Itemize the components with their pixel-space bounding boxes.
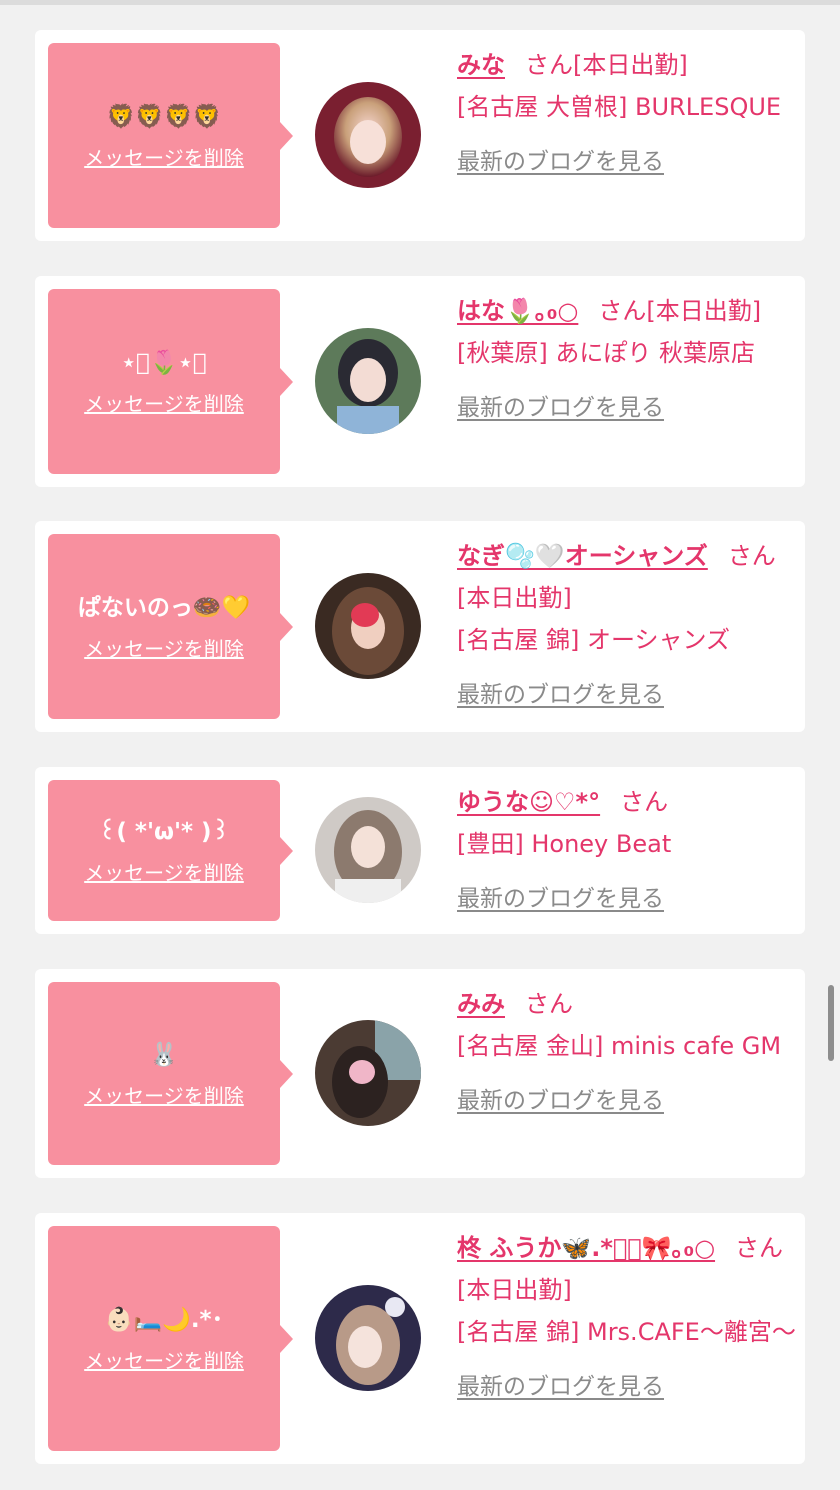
delete-message-link[interactable]: メッセージを削除: [84, 142, 244, 171]
latest-blog-link[interactable]: 最新のブログを見る: [457, 1081, 664, 1115]
card-info: みな さん[本日出勤] [名古屋 大曽根] BURLESQUE 最新のブログを見る: [457, 44, 797, 176]
shop-name: [名古屋 錦] Mrs.CAFE〜離宮〜: [457, 1318, 796, 1346]
latest-blog-link[interactable]: 最新のブログを見る: [457, 142, 664, 176]
delete-message-link[interactable]: メッセージを削除: [84, 633, 244, 662]
name-link[interactable]: みな: [457, 51, 505, 79]
honorific: さん: [727, 542, 776, 570]
honorific: さん: [525, 51, 573, 79]
message-text: ぱないのっ🍩💛: [77, 595, 251, 621]
card-info: ゆうな☺︎♡*° さん [豊田] Honey Beat 最新のブログを見る: [457, 781, 797, 913]
message-bubble: ꒰( *'ω'* )꒱ メッセージを削除: [48, 780, 293, 921]
message-bubble: ぱないのっ🍩💛 メッセージを削除: [48, 534, 293, 719]
card-info: なぎ🫧🤍オーシャンズ さん [本日出勤] [名古屋 錦] オーシャンズ 最新のブログ…: [457, 535, 797, 709]
message-text: ⋆͛🌷⋆͛: [121, 350, 207, 376]
honorific: さん: [598, 297, 647, 325]
message-text: 🐰: [149, 1042, 179, 1068]
card-info: 柊 ふうか🦋.*ﾟ＿🎀｡₀○ さん [本日出勤] [名古屋 錦] Mrs.CAFE〜…: [457, 1227, 797, 1401]
name-link[interactable]: はな🌷｡₀○: [457, 297, 578, 325]
scrollbar[interactable]: [828, 985, 834, 1061]
message-bubble: 👶🏻🛏️🌙.*･ メッセージを削除: [48, 1226, 293, 1451]
name-link[interactable]: なぎ🫧🤍オーシャンズ: [457, 542, 708, 570]
delete-message-link[interactable]: メッセージを削除: [84, 857, 244, 886]
honorific: さん: [620, 788, 669, 816]
message-card: ぱないのっ🍩💛 メッセージを削除 なぎ🫧🤍オーシャンズ さん [本日出勤] [名古屋…: [35, 521, 805, 732]
shop-name: [秋葉原] あにぽり 秋葉原店: [457, 339, 755, 367]
message-card: 👶🏻🛏️🌙.*･ メッセージを削除 柊 ふうか🦋.*ﾟ＿🎀｡₀○ さん [本日出勤]…: [35, 1213, 805, 1464]
status-badge: [本日出勤]: [646, 297, 762, 325]
message-card: 🦁🦁🦁🦁 メッセージを削除 みな さん[本日出勤] [名古屋 大曽根] BURLE…: [35, 30, 805, 241]
latest-blog-link[interactable]: 最新のブログを見る: [457, 675, 664, 709]
shop-name: [名古屋 金山] minis cafe GM: [457, 1032, 782, 1060]
delete-message-link[interactable]: メッセージを削除: [84, 1080, 244, 1109]
avatar[interactable]: [315, 797, 421, 903]
name-link[interactable]: ゆうな☺︎♡*°: [457, 788, 600, 816]
avatar[interactable]: [315, 1285, 421, 1391]
message-card: 🐰 メッセージを削除 みみ さん [名古屋 金山] minis cafe GM 最…: [35, 969, 805, 1178]
honorific: さん: [525, 990, 573, 1018]
delete-message-link[interactable]: メッセージを削除: [84, 1345, 244, 1374]
message-bubble: ⋆͛🌷⋆͛ メッセージを削除: [48, 289, 293, 474]
latest-blog-link[interactable]: 最新のブログを見る: [457, 879, 664, 913]
name-link[interactable]: みみ: [457, 990, 505, 1018]
avatar[interactable]: [315, 328, 421, 434]
shop-name: [豊田] Honey Beat: [457, 830, 672, 858]
avatar[interactable]: [315, 1020, 421, 1126]
avatar[interactable]: [315, 82, 421, 188]
status-badge: [本日出勤]: [573, 51, 688, 79]
message-text: 👶🏻🛏️🌙.*･: [104, 1307, 224, 1333]
status-badge: [本日出勤]: [457, 584, 572, 612]
honorific: さん: [735, 1234, 784, 1262]
latest-blog-link[interactable]: 最新のブログを見る: [457, 388, 664, 422]
message-text: 🦁🦁🦁🦁: [106, 104, 222, 130]
shop-name: [名古屋 錦] オーシャンズ: [457, 626, 731, 654]
status-badge: [本日出勤]: [457, 1276, 572, 1304]
message-card: ⋆͛🌷⋆͛ メッセージを削除 はな🌷｡₀○ さん[本日出勤] [秋葉原] あにぽり…: [35, 276, 805, 487]
latest-blog-link[interactable]: 最新のブログを見る: [457, 1367, 664, 1401]
message-bubble: 🦁🦁🦁🦁 メッセージを削除: [48, 43, 293, 228]
shop-name: [名古屋 大曽根] BURLESQUE: [457, 93, 782, 121]
message-text: ꒰( *'ω'* )꒱: [98, 819, 230, 845]
message-bubble: 🐰 メッセージを削除: [48, 982, 293, 1165]
avatar[interactable]: [315, 573, 421, 679]
card-info: みみ さん [名古屋 金山] minis cafe GM 最新のブログを見る: [457, 983, 797, 1115]
delete-message-link[interactable]: メッセージを削除: [84, 388, 244, 417]
name-link[interactable]: 柊 ふうか🦋.*ﾟ＿🎀｡₀○: [457, 1234, 715, 1262]
message-card: ꒰( *'ω'* )꒱ メッセージを削除 ゆうな☺︎♡*° さん [豊田] Hon…: [35, 767, 805, 934]
card-info: はな🌷｡₀○ さん[本日出勤] [秋葉原] あにぽり 秋葉原店 最新のブログを見る: [457, 290, 797, 422]
top-divider: [0, 0, 840, 5]
